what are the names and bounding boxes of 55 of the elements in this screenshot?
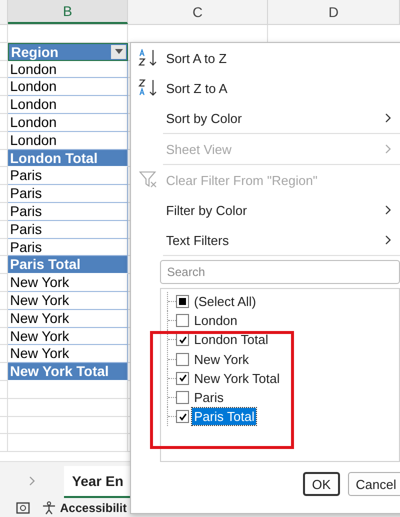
checkbox[interactable] xyxy=(176,314,189,328)
status-text[interactable]: Accessibilit xyxy=(60,500,127,514)
menu-item[interactable]: Text Filters xyxy=(131,225,400,255)
checkbox[interactable] xyxy=(176,333,189,346)
table-cell: New York xyxy=(8,292,128,310)
checkmark-icon xyxy=(178,374,186,382)
table-cell: Paris xyxy=(8,220,128,239)
filter-dropdown-button[interactable] xyxy=(111,44,126,59)
list-item[interactable]: London xyxy=(192,312,240,330)
sheet-tab[interactable]: Year En xyxy=(64,466,132,498)
table-cell: London xyxy=(8,78,128,96)
table-cell: Paris xyxy=(8,167,128,186)
list-item[interactable]: New York xyxy=(192,350,251,368)
table-cell: Paris xyxy=(8,202,128,221)
table-cell: London xyxy=(8,60,128,78)
list-item[interactable]: Paris xyxy=(192,389,226,406)
checkmark-icon xyxy=(178,336,186,344)
column-header[interactable]: B xyxy=(8,0,128,24)
checkbox[interactable] xyxy=(176,295,189,308)
macro-recording-icon[interactable] xyxy=(16,502,30,514)
table-cell: New York xyxy=(8,274,128,292)
column-header[interactable]: C xyxy=(128,0,268,24)
list-item[interactable]: London Total xyxy=(192,331,270,348)
dropdown-arrow-icon xyxy=(114,49,122,54)
menu-item[interactable]: Sort by Color xyxy=(131,103,400,133)
table-header-cell[interactable]: Region xyxy=(8,42,128,61)
menu-item[interactable]: Sort A to Z xyxy=(131,43,400,73)
menu-item[interactable]: Sort Z to A xyxy=(131,73,400,103)
table-cell: New York xyxy=(8,328,128,346)
sort-ascending-icon xyxy=(138,49,160,67)
table-cell: New York Total xyxy=(8,363,128,381)
dialog-button[interactable]: Cancel xyxy=(348,472,400,496)
search-field[interactable]: Search xyxy=(160,260,400,284)
list-item[interactable]: New York Total xyxy=(192,370,282,387)
list-item[interactable]: Paris Total xyxy=(192,408,256,426)
table-cell: New York xyxy=(8,310,128,328)
table-cell: London xyxy=(8,96,128,114)
scroll-right-icon[interactable] xyxy=(29,476,35,486)
table-cell: Paris xyxy=(8,185,128,203)
list-item[interactable]: (Select All) xyxy=(192,293,258,310)
dialog-button[interactable]: OK xyxy=(303,472,340,496)
checkmark-icon xyxy=(178,412,186,421)
checkbox[interactable] xyxy=(176,391,189,404)
checkbox[interactable] xyxy=(176,352,189,366)
checkbox[interactable] xyxy=(176,372,189,385)
table-cell: London xyxy=(8,114,128,132)
checkbox[interactable] xyxy=(176,410,189,424)
menu-item[interactable]: Filter by Color xyxy=(131,195,400,225)
sort-descending-icon xyxy=(138,79,160,97)
column-header[interactable]: D xyxy=(268,0,400,24)
clear-filter-icon xyxy=(138,171,158,189)
table-cell: Paris Total xyxy=(8,256,128,274)
header-text: Region xyxy=(11,44,58,60)
accessibility-icon[interactable] xyxy=(42,500,56,514)
table-cell: London Total xyxy=(8,150,128,168)
